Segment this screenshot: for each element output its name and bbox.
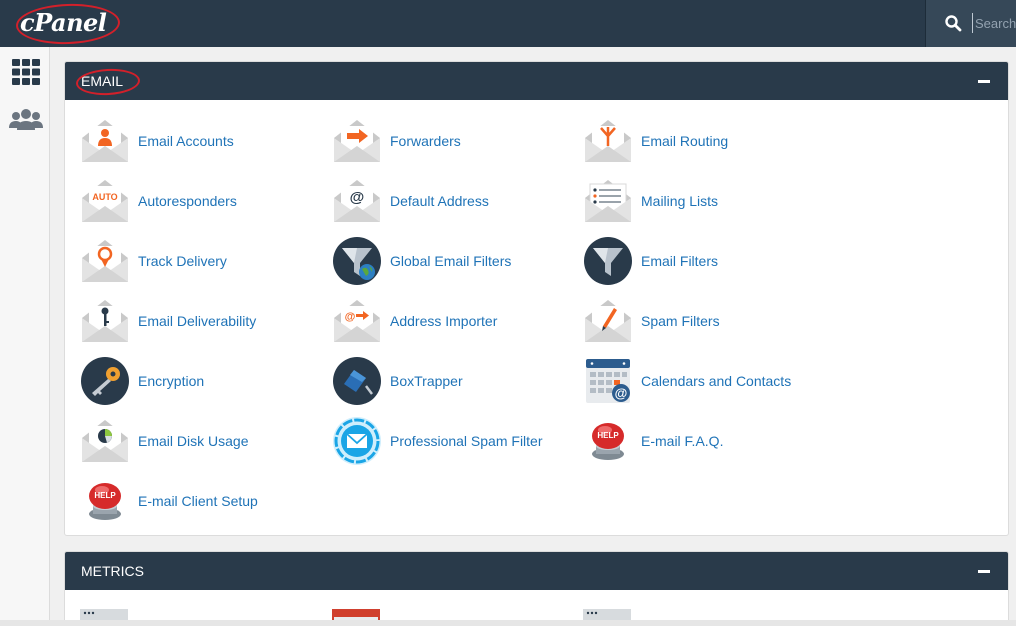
mailing-lists-item[interactable]: Mailing Lists	[583, 176, 718, 226]
item-label: Email Accounts	[138, 133, 234, 149]
boxtrapper-item[interactable]: BoxTrapper	[332, 356, 463, 406]
item-label: Default Address	[390, 193, 489, 209]
professional-spam-filter-item[interactable]: Professional Spam Filter	[332, 416, 543, 466]
email-filters-icon	[584, 237, 632, 285]
top-bar: cPanel	[0, 0, 1016, 47]
search-icon[interactable]	[944, 14, 962, 32]
item-label: Encryption	[138, 373, 205, 389]
grid-icon	[12, 59, 40, 85]
email-accounts-icon	[82, 120, 128, 162]
item-label: E-mail Client Setup	[138, 493, 258, 509]
item-label: Email Routing	[641, 133, 729, 149]
item-label: Professional Spam Filter	[390, 433, 543, 449]
item-label: Address Importer	[390, 313, 498, 329]
email-accounts-item[interactable]: Email Accounts	[80, 116, 234, 166]
item-label: BoxTrapper	[390, 373, 463, 389]
item-label: Email Filters	[641, 253, 719, 269]
nav-tools-button[interactable]	[8, 55, 44, 89]
section-title: METRICS	[81, 563, 144, 579]
spam-filters-item[interactable]: Spam Filters	[583, 296, 720, 346]
email-disk-usage-icon	[82, 420, 128, 462]
item-label: Calendars and Contacts	[641, 373, 792, 389]
cpanel-logo[interactable]: cPanel	[15, 2, 121, 46]
boxtrapper-icon	[333, 357, 381, 405]
mailing-lists-icon	[585, 180, 631, 222]
item-label: Forwarders	[390, 133, 461, 149]
default-address-icon: @	[334, 180, 380, 222]
track-delivery-item[interactable]: Track Delivery	[80, 236, 227, 286]
users-icon	[9, 109, 43, 130]
calendars-contacts-item[interactable]: @ Calendars and Contacts	[583, 356, 791, 406]
email-routing-item[interactable]: Email Routing	[583, 116, 728, 166]
track-delivery-icon	[82, 240, 128, 282]
email-filters-item[interactable]: Email Filters	[583, 236, 718, 286]
help-button-icon: HELP	[592, 423, 624, 460]
email-client-setup-item[interactable]: HELP E-mail Client Setup	[80, 476, 258, 526]
encryption-item[interactable]: Encryption	[80, 356, 204, 406]
global-email-filters-item[interactable]: Global Email Filters	[332, 236, 511, 286]
encryption-icon	[81, 357, 129, 405]
forwarders-item[interactable]: Forwarders	[332, 116, 461, 166]
email-disk-usage-item[interactable]: Email Disk Usage	[80, 416, 248, 466]
annotation-circle	[75, 67, 141, 97]
search-input[interactable]	[972, 13, 1016, 33]
item-label: Mailing Lists	[641, 193, 719, 209]
email-faq-item[interactable]: HELP E-mail F.A.Q.	[583, 416, 723, 466]
address-importer-icon: @	[334, 300, 380, 342]
item-label: Global Email Filters	[390, 253, 512, 269]
default-address-item[interactable]: @ Default Address	[332, 176, 489, 226]
metrics-section: METRICS	[64, 551, 1009, 626]
email-section-header[interactable]: EMAIL	[65, 62, 1008, 100]
email-deliverability-item[interactable]: Email Deliverability	[80, 296, 256, 346]
item-label: Email Disk Usage	[138, 433, 249, 449]
professional-spam-filter-icon	[333, 417, 381, 465]
svg-text:@: @	[345, 311, 356, 323]
help-button-icon: HELP	[89, 483, 121, 520]
item-label: Spam Filters	[641, 313, 720, 329]
svg-text:@: @	[615, 386, 628, 401]
forwarders-icon	[334, 120, 380, 162]
spam-filters-icon	[585, 300, 631, 342]
left-nav	[0, 47, 50, 626]
item-label: Autoresponders	[138, 193, 237, 209]
horizontal-scrollbar[interactable]	[0, 620, 1016, 626]
metrics-section-header[interactable]: METRICS	[65, 552, 1008, 590]
address-importer-item[interactable]: @ Address Importer	[332, 296, 497, 346]
minus-icon	[978, 570, 990, 573]
svg-text:@: @	[350, 189, 365, 206]
autoresponders-item[interactable]: AUTO Autoresponders	[80, 176, 237, 226]
nav-users-button[interactable]	[8, 103, 44, 137]
svg-text:HELP: HELP	[94, 491, 116, 500]
svg-text:AUTO: AUTO	[92, 192, 117, 202]
email-deliverability-icon	[82, 300, 128, 342]
calendar-icon: @	[586, 359, 630, 403]
autoresponders-icon: AUTO	[82, 180, 128, 222]
global-email-filters-icon	[333, 237, 381, 285]
item-label: Email Deliverability	[138, 313, 257, 329]
minus-icon	[978, 80, 990, 83]
svg-text:HELP: HELP	[597, 431, 619, 440]
search-area	[925, 0, 1016, 47]
email-routing-icon	[585, 120, 631, 162]
email-section: EMAIL Email Accounts Forwarders Email Ro…	[64, 61, 1009, 536]
item-label: E-mail F.A.Q.	[641, 433, 724, 449]
item-label: Track Delivery	[138, 253, 227, 269]
